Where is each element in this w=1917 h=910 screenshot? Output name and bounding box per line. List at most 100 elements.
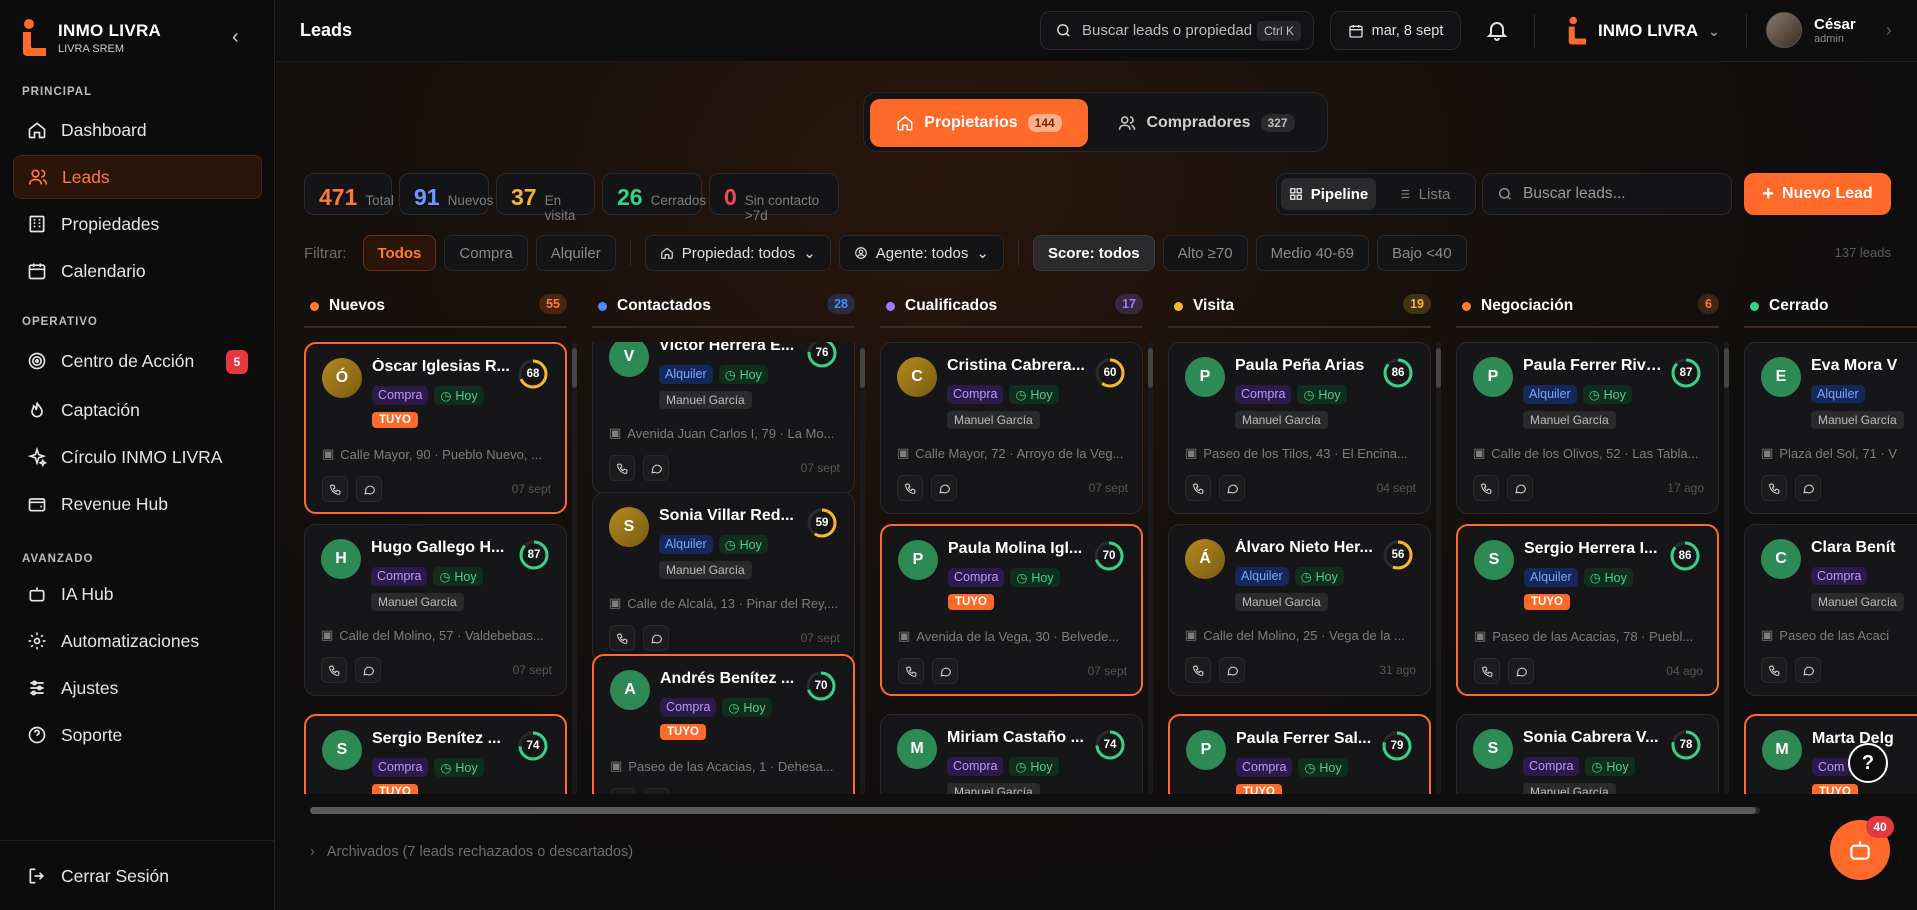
message-button[interactable] xyxy=(1795,475,1821,501)
sidebar-item-calendario[interactable]: Calendario xyxy=(13,249,262,293)
scrollbar-thumb[interactable] xyxy=(1436,348,1441,388)
lead-name[interactable]: Álvaro Nieto Her... xyxy=(1235,539,1375,557)
agent-filter-dropdown[interactable]: Agente: todos ⌄ xyxy=(838,235,1004,271)
stat-card[interactable]: 91 Nuevos xyxy=(399,173,493,215)
message-button[interactable] xyxy=(1219,475,1245,501)
sidebar-item-dashboard[interactable]: Dashboard xyxy=(13,108,262,152)
call-button[interactable] xyxy=(321,657,347,683)
lead-name[interactable]: Eva Mora V xyxy=(1811,357,1917,375)
sidebar-item-revenue-hub[interactable]: Revenue Hub xyxy=(13,482,262,526)
lead-card[interactable]: M Miriam Castaño ... Compra ◷ Hoy Manuel … xyxy=(880,714,1143,794)
lead-card[interactable]: H Hugo Gallego H... Compra ◷ Hoy Manuel G… xyxy=(304,524,567,696)
call-button[interactable] xyxy=(1185,475,1211,501)
column-scrollbar[interactable] xyxy=(1724,342,1729,794)
message-button[interactable] xyxy=(931,475,957,501)
score-filter-high[interactable]: Alto ≥70 xyxy=(1162,235,1248,271)
call-button[interactable] xyxy=(1473,475,1499,501)
user-menu[interactable]: César admin › xyxy=(1766,12,1892,48)
call-button[interactable] xyxy=(1185,657,1211,683)
archived-toggle[interactable]: › Archivados (7 leads rechazados o desca… xyxy=(310,844,633,860)
column-scrollbar[interactable] xyxy=(860,342,865,794)
lead-card[interactable]: P Paula Molina Igl... Compra ◷ Hoy TUYO 70… xyxy=(880,524,1143,696)
lead-name[interactable]: Paula Ferrer Sal... xyxy=(1236,730,1376,748)
call-button[interactable] xyxy=(610,788,636,794)
lead-name[interactable]: Sonia Cabrera V... xyxy=(1523,729,1663,747)
scrollbar-thumb[interactable] xyxy=(860,348,865,388)
lead-card[interactable]: S Sergio Benítez ... Compra ◷ Hoy TUYO 74 xyxy=(304,714,567,794)
column-scrollbar[interactable] xyxy=(572,342,577,794)
message-button[interactable] xyxy=(355,657,381,683)
call-button[interactable] xyxy=(1761,657,1787,683)
horizontal-scrollbar[interactable] xyxy=(310,807,1760,814)
call-button[interactable] xyxy=(609,455,635,481)
collapse-sidebar-icon[interactable]: ‹ xyxy=(232,26,239,49)
help-floating-button[interactable]: ? xyxy=(1848,743,1888,783)
lead-card[interactable]: C Clara Benít Compra Manuel García ▣ Paseo… xyxy=(1744,524,1917,696)
filter-alquiler[interactable]: Alquiler xyxy=(535,235,616,271)
message-button[interactable] xyxy=(644,788,670,794)
stat-card[interactable]: 0 Sin contacto >7d xyxy=(709,173,839,223)
message-button[interactable] xyxy=(1507,475,1533,501)
lead-name[interactable]: Óscar Iglesias R... xyxy=(372,358,512,376)
stat-card[interactable]: 26 Cerrados xyxy=(602,173,706,215)
column-scrollbar[interactable] xyxy=(1436,342,1441,794)
stat-card[interactable]: 471 Total xyxy=(304,173,394,215)
lead-card[interactable]: V Víctor Herrera E... Alquiler ◷ Hoy Manu… xyxy=(592,342,855,494)
global-search-input[interactable]: Buscar leads o propiedades Ctrl K xyxy=(1040,11,1314,50)
message-button[interactable] xyxy=(643,455,669,481)
sidebar-item-captacion[interactable]: Captación xyxy=(13,388,262,432)
lead-card[interactable]: Ó Óscar Iglesias R... Compra ◷ Hoy TUYO 68… xyxy=(304,342,567,514)
date-picker-button[interactable]: mar, 8 sept xyxy=(1330,11,1461,50)
lead-name[interactable]: Hugo Gallego H... xyxy=(371,539,511,557)
call-button[interactable] xyxy=(897,475,923,501)
score-filter-low[interactable]: Bajo <40 xyxy=(1376,235,1467,271)
score-filter-medium[interactable]: Medio 40-69 xyxy=(1255,235,1369,271)
organization-switcher[interactable]: INMO LIVRA ⌄ xyxy=(1566,16,1720,46)
score-filter-all[interactable]: Score: todos xyxy=(1032,235,1155,271)
lead-card[interactable]: E Eva Mora V Alquiler Manuel García ▣ Plaz… xyxy=(1744,342,1917,514)
list-view-button[interactable]: Lista xyxy=(1376,178,1471,210)
call-button[interactable] xyxy=(609,625,635,651)
sidebar-item-ia-hub[interactable]: IA Hub xyxy=(13,572,262,616)
tab-propietarios[interactable]: Propietarios 144 xyxy=(870,99,1088,147)
scrollbar-thumb[interactable] xyxy=(572,348,577,388)
message-button[interactable] xyxy=(643,625,669,651)
message-button[interactable] xyxy=(1508,658,1534,684)
new-lead-button[interactable]: + Nuevo Lead xyxy=(1744,173,1891,215)
logout-button[interactable]: Cerrar Sesión xyxy=(13,854,262,898)
scrollbar-thumb[interactable] xyxy=(1724,348,1729,388)
lead-name[interactable]: Cristina Cabrera... xyxy=(947,357,1087,375)
lead-name[interactable]: Clara Benít xyxy=(1811,539,1917,557)
lead-name[interactable]: Sergio Herrera I... xyxy=(1524,540,1664,558)
lead-name[interactable]: Paula Molina Igl... xyxy=(948,540,1088,558)
lead-card[interactable]: P Paula Peña Arias Compra ◷ Hoy Manuel Ga… xyxy=(1168,342,1431,514)
lead-name[interactable]: Paula Ferrer Rivas xyxy=(1523,357,1663,375)
message-button[interactable] xyxy=(1219,657,1245,683)
filter-compra[interactable]: Compra xyxy=(444,235,528,271)
scrollbar-thumb[interactable] xyxy=(310,807,1756,814)
lead-name[interactable]: Paula Peña Arias xyxy=(1235,357,1375,375)
call-button[interactable] xyxy=(322,476,348,502)
lead-name[interactable]: Sonia Villar Red... xyxy=(659,507,799,525)
scrollbar-thumb[interactable] xyxy=(1148,348,1153,388)
lead-name[interactable]: Andrés Benítez ... xyxy=(660,670,800,688)
property-filter-dropdown[interactable]: Propiedad: todos ⌄ xyxy=(644,235,831,271)
lead-card[interactable]: C Cristina Cabrera... Compra ◷ Hoy Manuel… xyxy=(880,342,1143,514)
column-scrollbar[interactable] xyxy=(1148,342,1153,794)
message-button[interactable] xyxy=(356,476,382,502)
brand[interactable]: INMO LIVRA LIVRA SREM xyxy=(20,18,161,58)
lead-card[interactable]: Á Álvaro Nieto Her... Alquiler ◷ Hoy Manu… xyxy=(1168,524,1431,696)
sidebar-item-ajustes[interactable]: Ajustes xyxy=(13,666,262,710)
sidebar-item-soporte[interactable]: Soporte xyxy=(13,713,262,757)
filter-todos[interactable]: Todos xyxy=(362,235,437,271)
lead-name[interactable]: Miriam Castaño ... xyxy=(947,729,1087,747)
lead-name[interactable]: Víctor Herrera E... xyxy=(659,342,799,355)
stat-card[interactable]: 37 En visita xyxy=(496,173,595,223)
lead-search-input[interactable]: Buscar leads... xyxy=(1482,173,1732,215)
lead-card[interactable]: S Sergio Herrera I... Alquiler ◷ Hoy TUYO… xyxy=(1456,524,1719,696)
call-button[interactable] xyxy=(898,658,924,684)
lead-card[interactable]: P Paula Ferrer Sal... Compra ◷ Hoy TUYO 79 xyxy=(1168,714,1431,794)
message-button[interactable] xyxy=(932,658,958,684)
lead-card[interactable]: A Andrés Benítez ... Compra ◷ Hoy TUYO 70 ▣… xyxy=(592,654,855,794)
lead-card[interactable]: S Sonia Villar Red... Alquiler ◷ Hoy Manu… xyxy=(592,492,855,664)
